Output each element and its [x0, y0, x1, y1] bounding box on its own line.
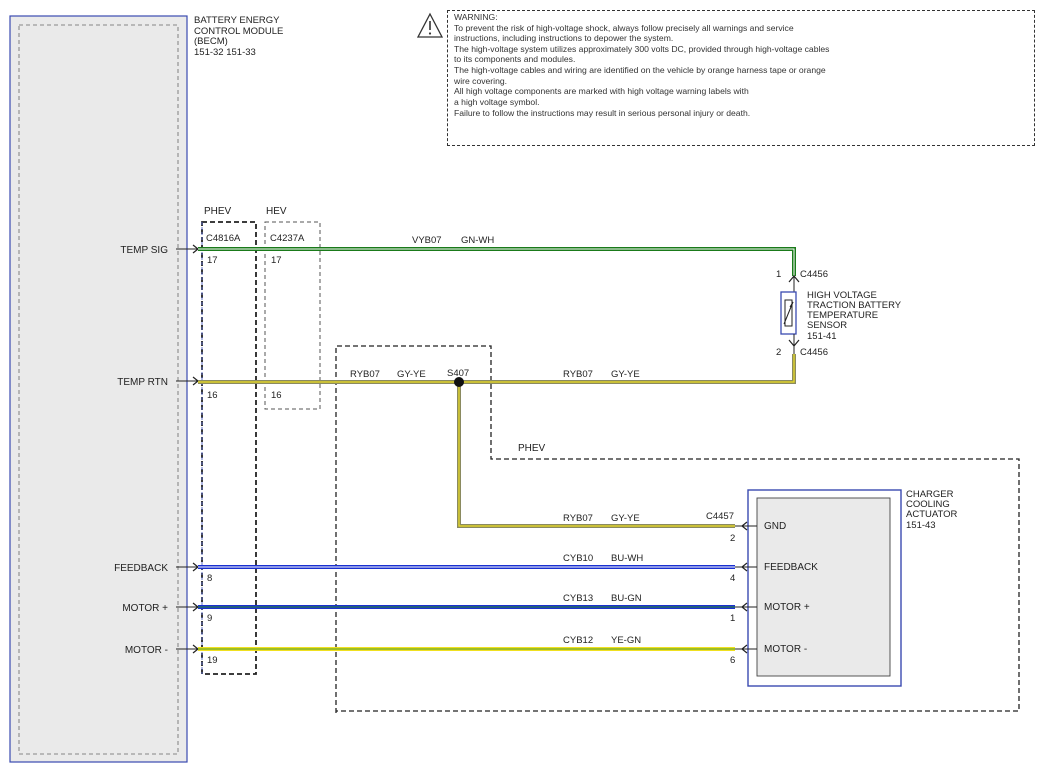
connector-c4237a-id: C4237A	[270, 233, 305, 244]
becm-pin-arrows	[192, 244, 199, 654]
wire-circuit-label: RYB07	[563, 513, 593, 524]
actuator-pin-arrows	[741, 521, 748, 654]
wire-color-label: GY-YE	[611, 513, 640, 524]
actuator-pin-feedback: FEEDBACK	[764, 562, 818, 573]
actuator-pin-num: 6	[730, 655, 735, 666]
c4816a-pin-16: 16	[207, 390, 218, 401]
c4237a-pin-17: 17	[271, 255, 282, 266]
becm-pin-temp-rtn: TEMP RTN	[117, 377, 168, 388]
hev-label: HEV	[266, 206, 287, 217]
wire-color-label: GY-YE	[611, 369, 640, 380]
temperature-sensor	[780, 275, 800, 354]
splice-s407-label: S407	[447, 368, 469, 379]
actuator-ref: 151-43	[906, 520, 936, 531]
c4816a-pin-17: 17	[207, 255, 218, 266]
wire-temp-rtn	[198, 354, 796, 384]
wire-circuit-label: VYB07	[412, 235, 442, 246]
c4237a-pin-16: 16	[271, 390, 282, 401]
wire-splice-gnd	[457, 382, 735, 528]
wire-circuit-label: CYB13	[563, 593, 593, 604]
wire-circuit-label: CYB10	[563, 553, 593, 564]
actuator-pin-num: 4	[730, 573, 735, 584]
actuator-pin-num: 2	[730, 533, 735, 544]
c4816a-pin-19: 19	[207, 655, 218, 666]
actuator-connector-id: C4457	[706, 511, 734, 522]
actuator-pin-motor-plus: MOTOR +	[764, 602, 810, 613]
wire-color-label: YE-GN	[611, 635, 641, 646]
sensor-connector-top: C4456	[800, 269, 828, 280]
wire-color-label: BU-GN	[611, 593, 642, 604]
sensor-title-line: SENSOR	[807, 320, 847, 331]
sensor-connector-bottom: C4456	[800, 347, 828, 358]
phev-region-label: PHEV	[518, 443, 546, 454]
wire-color-label: GN-WH	[461, 235, 494, 246]
c4816a-pin-9: 9	[207, 613, 212, 624]
wiring-diagram: TEMP SIG TEMP RTN FEEDBACK MOTOR + MOTOR…	[9, 15, 1020, 763]
actuator-title-line: ACTUATOR	[906, 509, 958, 520]
sensor-ref: 151-41	[807, 331, 837, 342]
connector-c4816a-id: C4816A	[206, 233, 241, 244]
wire-circuit-label: CYB12	[563, 635, 593, 646]
actuator-pin-gnd: GND	[764, 521, 786, 532]
becm-pin-motor-plus: MOTOR +	[122, 603, 168, 614]
sensor-pin-1: 1	[776, 269, 781, 280]
wire-circuit-label: RYB07	[350, 369, 380, 380]
wire-temp-sig	[198, 247, 796, 276]
wire-circuit-label: RYB07	[563, 369, 593, 380]
becm-pin-temp-sig: TEMP SIG	[120, 245, 168, 256]
actuator-pin-num: 1	[730, 613, 735, 624]
sensor-pin-2: 2	[776, 347, 781, 358]
phev-label: PHEV	[204, 206, 232, 217]
becm-pin-motor-minus: MOTOR -	[125, 645, 168, 656]
becm-pin-feedback: FEEDBACK	[114, 563, 168, 574]
wire-color-label: BU-WH	[611, 553, 643, 564]
c4816a-pin-8: 8	[207, 573, 212, 584]
actuator-pin-motor-minus: MOTOR -	[764, 644, 807, 655]
wire-color-label: GY-YE	[397, 369, 426, 380]
